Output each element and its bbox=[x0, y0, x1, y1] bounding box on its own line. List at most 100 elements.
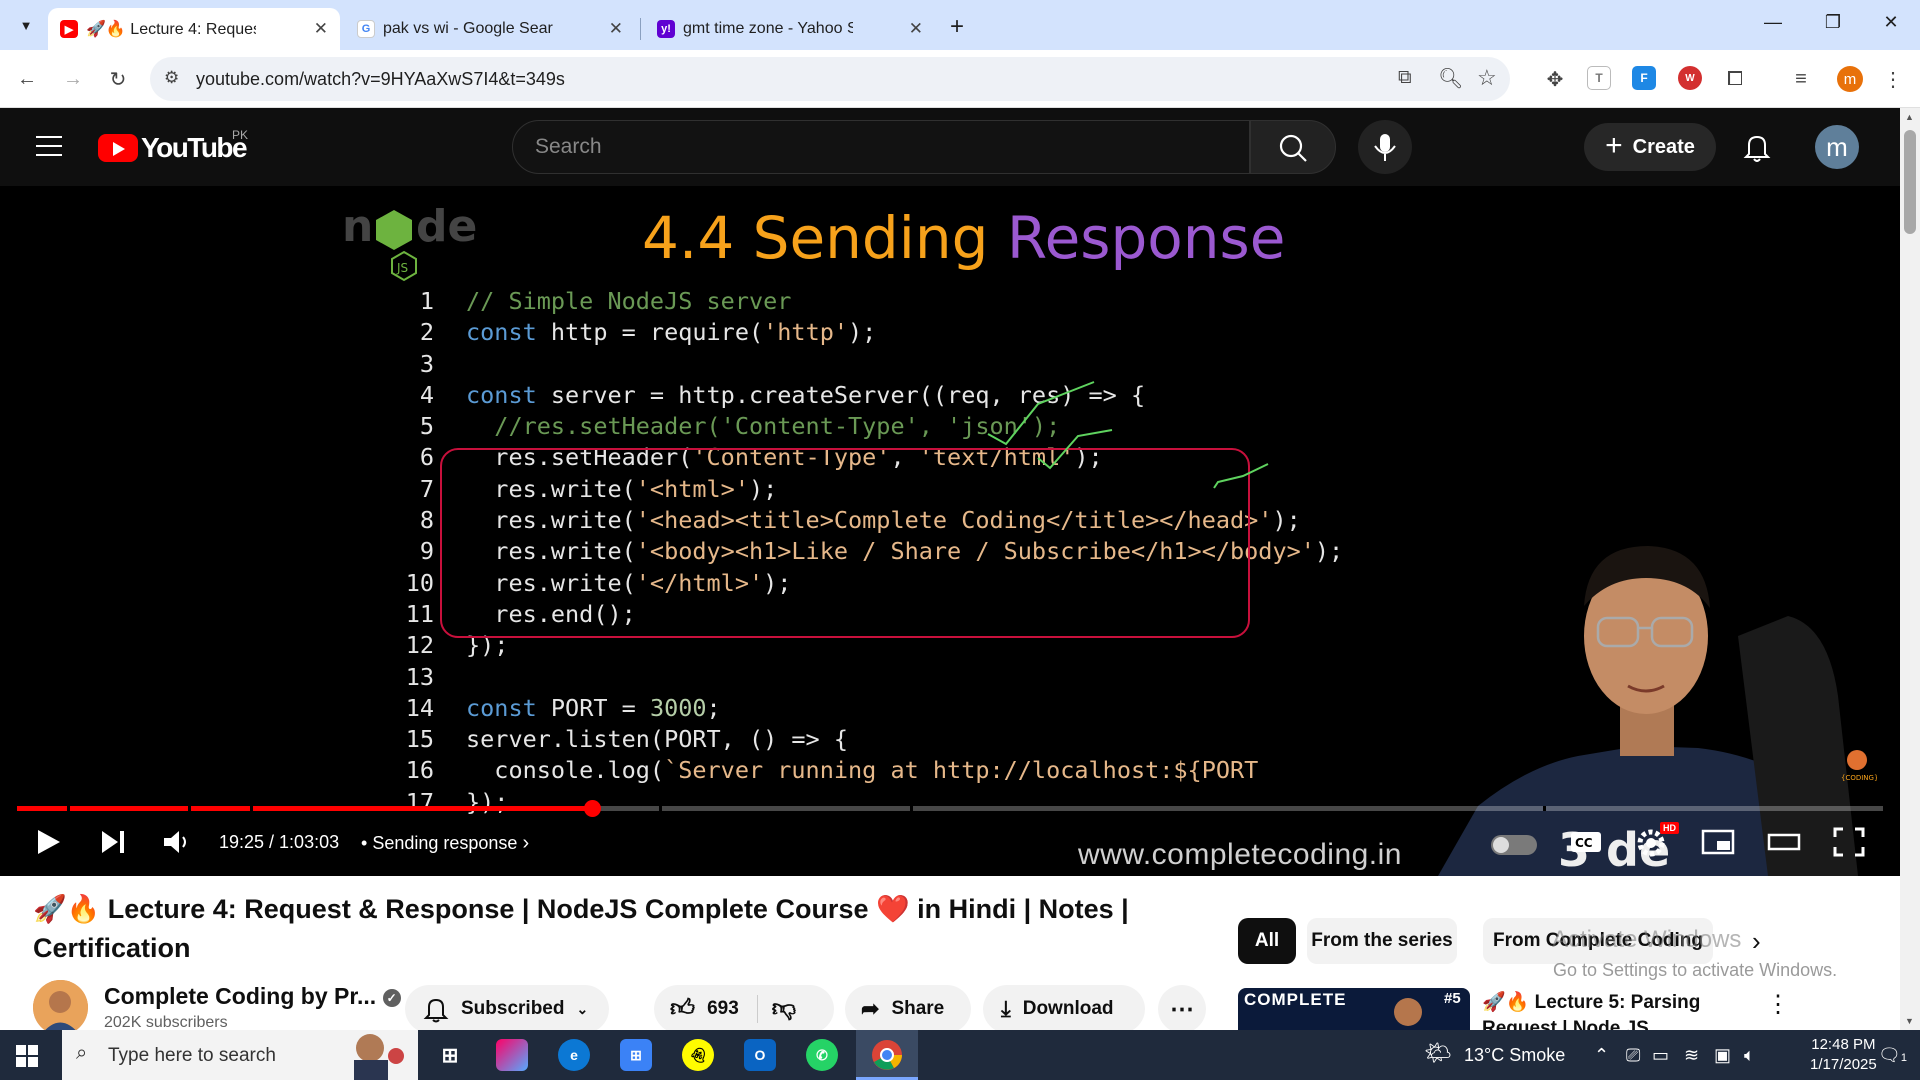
bookmark-star-icon[interactable]: ☆ bbox=[1477, 65, 1497, 91]
translate-extension-icon[interactable]: T bbox=[1587, 66, 1611, 90]
close-icon[interactable]: ✕ bbox=[909, 19, 923, 39]
search-highlight-image bbox=[354, 1034, 404, 1080]
volume-button[interactable] bbox=[160, 826, 194, 858]
extensions-puzzle-icon[interactable]: ⧠ bbox=[1720, 64, 1750, 94]
create-button[interactable]: + Create bbox=[1584, 123, 1716, 171]
restore-button[interactable]: ❐ bbox=[1818, 12, 1848, 33]
menu-icon[interactable] bbox=[36, 136, 62, 156]
chapter-title[interactable]: • Sending response › bbox=[361, 832, 529, 855]
wifi-icon[interactable]: ≋ bbox=[1684, 1045, 1699, 1066]
notifications-icon[interactable]: 🗨︎1 bbox=[1878, 1045, 1907, 1066]
store-icon[interactable]: ⊞ bbox=[620, 1039, 652, 1071]
youtube-play-icon bbox=[98, 134, 138, 162]
progress-bar[interactable] bbox=[17, 800, 1883, 817]
tab-search-dropdown[interactable]: ▼ bbox=[11, 10, 41, 40]
task-view-icon[interactable]: ⊞ bbox=[434, 1039, 466, 1071]
extension-blue-icon[interactable]: F bbox=[1632, 66, 1656, 90]
miniplayer-button[interactable] bbox=[1700, 826, 1736, 858]
meet-now-icon[interactable]: ⎚ bbox=[1626, 1045, 1640, 1066]
battery-icon[interactable]: ▭ bbox=[1652, 1045, 1669, 1066]
notifications-button[interactable] bbox=[1740, 130, 1774, 164]
tab-youtube[interactable]: ▶ 🚀🔥 Lecture 4: Request & Response ✕ bbox=[48, 8, 340, 50]
weather-icon[interactable]: 🌤︎ bbox=[1424, 1040, 1452, 1066]
activate-windows-title: Activate Windows bbox=[1552, 926, 1742, 953]
weather-text[interactable]: 13°C Smoke bbox=[1464, 1045, 1565, 1066]
open-in-app-icon[interactable]: ⧉ bbox=[1398, 67, 1412, 89]
clock-time: 12:48 PM bbox=[1811, 1036, 1876, 1053]
theater-mode-button[interactable] bbox=[1766, 826, 1802, 858]
dislike-button[interactable]: 👎︎ bbox=[772, 995, 796, 1023]
play-button[interactable] bbox=[34, 826, 64, 858]
windows-start-icon[interactable] bbox=[16, 1045, 38, 1067]
youtube-icon: ▶ bbox=[60, 20, 78, 38]
channel-avatar[interactable] bbox=[33, 980, 88, 1035]
system-clock[interactable]: 12:48 PM 1/17/2025 bbox=[1810, 1035, 1877, 1075]
like-button[interactable]: 👍︎ bbox=[670, 995, 695, 1023]
scroll-down-arrow[interactable]: ▼ bbox=[1905, 1016, 1914, 1026]
zoom-icon[interactable]: 🔍︎ bbox=[1438, 66, 1463, 91]
bell-icon bbox=[423, 998, 449, 1023]
coding-logo-icon: {CODING} bbox=[1841, 750, 1878, 782]
progress-scrubber[interactable] bbox=[583, 800, 601, 817]
recommended-more-icon[interactable]: ⋮ bbox=[1766, 990, 1790, 1019]
next-button[interactable] bbox=[98, 826, 128, 858]
copilot-icon[interactable] bbox=[496, 1039, 528, 1071]
profile-avatar[interactable]: m bbox=[1837, 66, 1863, 92]
chip-all[interactable]: All bbox=[1238, 918, 1296, 964]
reload-button[interactable]: ↻ bbox=[103, 64, 133, 94]
extension-red-icon[interactable]: W bbox=[1678, 66, 1702, 90]
close-icon[interactable]: ✕ bbox=[314, 19, 328, 39]
account-avatar[interactable]: m bbox=[1815, 125, 1859, 169]
more-actions-button[interactable]: ⋯ bbox=[1158, 985, 1206, 1033]
captions-button[interactable]: CC bbox=[1569, 826, 1603, 858]
share-button[interactable]: ➦ Share bbox=[845, 985, 971, 1033]
chip-from-series[interactable]: From the series bbox=[1307, 918, 1457, 964]
outlook-icon[interactable]: O bbox=[744, 1039, 776, 1071]
recommended-video-title[interactable]: 🚀🔥 Lecture 5: Parsing Request | Node JS … bbox=[1482, 990, 1712, 1032]
tab-yahoo[interactable]: y! gmt time zone - Yahoo Search Results … bbox=[645, 8, 935, 50]
taskbar-search-box[interactable]: ⌕ Type here to search bbox=[62, 1030, 418, 1080]
channel-watermark-logo[interactable]: {CODING} bbox=[1832, 746, 1882, 786]
move-extension-icon[interactable]: ✥ bbox=[1540, 64, 1570, 94]
whatsapp-icon[interactable]: ✆ bbox=[806, 1039, 838, 1071]
bell-icon bbox=[1743, 135, 1771, 162]
edge-icon[interactable]: e bbox=[558, 1039, 590, 1071]
country-code: PK bbox=[232, 128, 249, 142]
close-window-button[interactable]: ✕ bbox=[1876, 12, 1906, 33]
forward-button[interactable]: → bbox=[58, 64, 88, 94]
logo-text: YouTube bbox=[141, 132, 248, 163]
progress-played bbox=[17, 806, 592, 811]
url-text: youtube.com/watch?v=9HYAaXwS7I4&t=349s bbox=[196, 69, 565, 89]
autoplay-toggle[interactable] bbox=[1491, 835, 1537, 855]
back-button[interactable]: ← bbox=[12, 64, 42, 94]
chrome-menu-icon[interactable]: ⋮ bbox=[1878, 64, 1908, 94]
channel-name[interactable]: Complete Coding by Pr... ✓ bbox=[104, 983, 401, 1010]
volume-icon[interactable]: 🔈︎ bbox=[1744, 1045, 1755, 1066]
site-info-icon[interactable]: ⚙ bbox=[164, 68, 179, 88]
youtube-logo[interactable]: YouTube PK bbox=[98, 128, 248, 164]
tab-title: 🚀🔥 Lecture 4: Request & Response bbox=[86, 21, 256, 38]
watermark-url: www.completecoding.in bbox=[1078, 838, 1402, 871]
chips-next-arrow[interactable]: › bbox=[1752, 926, 1761, 957]
tab-google[interactable]: G pak vs wi - Google Search ✕ bbox=[345, 8, 635, 50]
media-controls-icon[interactable]: ≡ bbox=[1786, 64, 1816, 94]
recommended-thumbnail[interactable]: COMPLETE #5 bbox=[1238, 988, 1470, 1030]
subscribed-button[interactable]: Subscribed ⌄ bbox=[405, 985, 609, 1033]
chrome-taskbar-button[interactable] bbox=[856, 1030, 918, 1080]
display-icon[interactable]: ▣ bbox=[1714, 1045, 1731, 1066]
chevron-up-icon[interactable]: ⌃ bbox=[1594, 1045, 1609, 1066]
voice-search-button[interactable] bbox=[1358, 120, 1412, 174]
snapchat-icon[interactable]: 👻︎ bbox=[682, 1039, 714, 1071]
scrollbar-thumb[interactable] bbox=[1904, 130, 1916, 234]
minimize-button[interactable]: — bbox=[1758, 12, 1788, 33]
search-input[interactable] bbox=[535, 135, 1135, 159]
address-bar[interactable]: ⚙ youtube.com/watch?v=9HYAaXwS7I4&t=349s… bbox=[150, 57, 1510, 101]
close-icon[interactable]: ✕ bbox=[609, 19, 623, 39]
fullscreen-button[interactable] bbox=[1832, 826, 1866, 858]
download-button[interactable]: ⤓ Download bbox=[983, 985, 1145, 1033]
search-button[interactable] bbox=[1250, 120, 1336, 174]
new-tab-button[interactable]: + bbox=[950, 13, 964, 41]
page-scrollbar[interactable]: ▲ ▼ bbox=[1900, 108, 1920, 1030]
video-player[interactable]: n de JS 4.4 Sending Response 1// Simple … bbox=[0, 186, 1900, 876]
scroll-up-arrow[interactable]: ▲ bbox=[1905, 112, 1914, 122]
